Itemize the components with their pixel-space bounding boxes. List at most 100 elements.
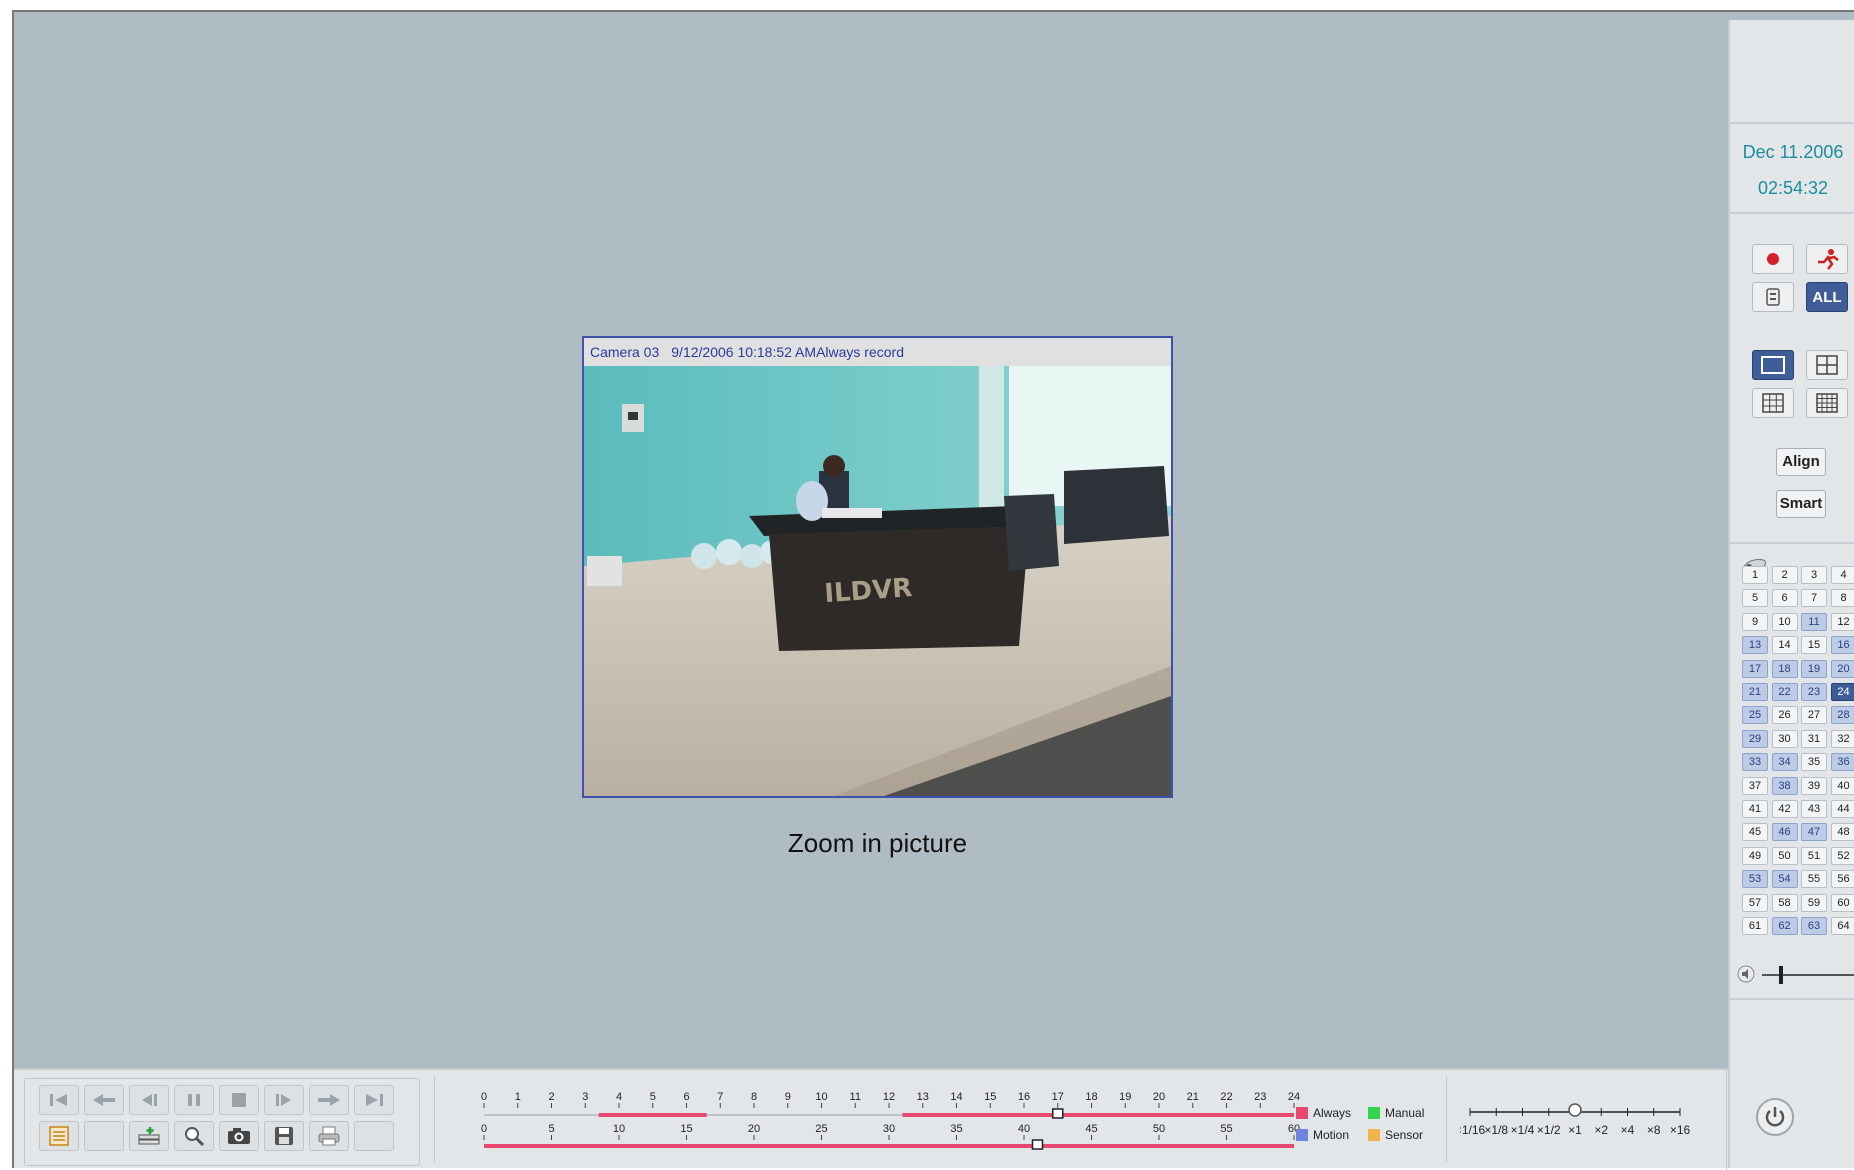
blank-button[interactable] xyxy=(354,1121,394,1151)
camera-45-button[interactable]: 45 xyxy=(1742,823,1768,841)
camera-46-button[interactable]: 46 xyxy=(1772,823,1798,841)
all-cameras-button[interactable]: ALL xyxy=(1806,282,1848,312)
camera-48-button[interactable]: 48 xyxy=(1831,823,1854,841)
record-button[interactable] xyxy=(1752,244,1794,274)
camera-24-button[interactable]: 24 xyxy=(1831,683,1854,701)
minute-cursor[interactable] xyxy=(1033,1140,1043,1149)
camera-8-button[interactable]: 8 xyxy=(1831,589,1854,607)
camera-33-button[interactable]: 33 xyxy=(1742,753,1768,771)
stop-button[interactable] xyxy=(219,1085,259,1115)
skip-start-button[interactable] xyxy=(39,1085,79,1115)
device-button[interactable] xyxy=(1752,282,1794,312)
power-button[interactable] xyxy=(1756,1098,1794,1136)
volume-slider-thumb[interactable] xyxy=(1779,966,1783,984)
camera-1-button[interactable]: 1 xyxy=(1742,566,1768,584)
layout-3x3-button[interactable] xyxy=(1752,388,1794,418)
camera-27-button[interactable]: 27 xyxy=(1801,706,1827,724)
camera-23-button[interactable]: 23 xyxy=(1801,683,1827,701)
camera-55-button[interactable]: 55 xyxy=(1801,870,1827,888)
camera-34-button[interactable]: 34 xyxy=(1772,753,1798,771)
camera-28-button[interactable]: 28 xyxy=(1831,706,1854,724)
search-button[interactable] xyxy=(174,1121,214,1151)
camera-10-button[interactable]: 10 xyxy=(1772,613,1798,631)
camera-18-button[interactable]: 18 xyxy=(1772,660,1798,678)
camera-21-button[interactable]: 21 xyxy=(1742,683,1768,701)
camera-44-button[interactable]: 44 xyxy=(1831,800,1854,818)
camera-2-button[interactable]: 2 xyxy=(1772,566,1798,584)
camera-64-button[interactable]: 64 xyxy=(1831,917,1854,935)
layout-2x2-button[interactable] xyxy=(1806,350,1848,380)
camera-6-button[interactable]: 6 xyxy=(1772,589,1798,607)
pause-button[interactable] xyxy=(174,1085,214,1115)
timeline[interactable]: 0123456789101112131415161718192021222324… xyxy=(464,1070,1314,1170)
snapshot-button[interactable] xyxy=(219,1121,259,1151)
camera-38-button[interactable]: 38 xyxy=(1772,777,1798,795)
camera-47-button[interactable]: 47 xyxy=(1801,823,1827,841)
speed-thumb[interactable] xyxy=(1569,1104,1581,1116)
camera-60-button[interactable]: 60 xyxy=(1831,894,1854,912)
camera-30-button[interactable]: 30 xyxy=(1772,730,1798,748)
camera-22-button[interactable]: 22 xyxy=(1772,683,1798,701)
layout-4x4-button[interactable] xyxy=(1806,388,1848,418)
camera-57-button[interactable]: 57 xyxy=(1742,894,1768,912)
skip-end-button[interactable] xyxy=(354,1085,394,1115)
camera-17-button[interactable]: 17 xyxy=(1742,660,1768,678)
camera-61-button[interactable]: 61 xyxy=(1742,917,1768,935)
camera-4-button[interactable]: 4 xyxy=(1831,566,1854,584)
camera-25-button[interactable]: 25 xyxy=(1742,706,1768,724)
layout-1x1-button[interactable] xyxy=(1752,350,1794,380)
camera-31-button[interactable]: 31 xyxy=(1801,730,1827,748)
camera-58-button[interactable]: 58 xyxy=(1772,894,1798,912)
add-to-list-button[interactable] xyxy=(129,1121,169,1151)
camera-36-button[interactable]: 36 xyxy=(1831,753,1854,771)
camera-5-button[interactable]: 5 xyxy=(1742,589,1768,607)
print-button[interactable] xyxy=(309,1121,349,1151)
alarm-button[interactable] xyxy=(1806,244,1848,274)
hour-cursor[interactable] xyxy=(1053,1109,1063,1118)
camera-11-button[interactable]: 11 xyxy=(1801,613,1827,631)
camera-43-button[interactable]: 43 xyxy=(1801,800,1827,818)
camera-41-button[interactable]: 41 xyxy=(1742,800,1768,818)
camera-37-button[interactable]: 37 xyxy=(1742,777,1768,795)
playback-speed-slider[interactable]: ×1/16×1/8×1/4×1/2×1×2×4×8×16 xyxy=(1460,1092,1710,1162)
smart-button[interactable]: Smart xyxy=(1776,490,1826,518)
previous-button[interactable] xyxy=(84,1085,124,1115)
camera-12-button[interactable]: 12 xyxy=(1831,613,1854,631)
camera-7-button[interactable]: 7 xyxy=(1801,589,1827,607)
camera-20-button[interactable]: 20 xyxy=(1831,660,1854,678)
camera-40-button[interactable]: 40 xyxy=(1831,777,1854,795)
camera-51-button[interactable]: 51 xyxy=(1801,847,1827,865)
play-button[interactable] xyxy=(264,1085,304,1115)
camera-19-button[interactable]: 19 xyxy=(1801,660,1827,678)
camera-56-button[interactable]: 56 xyxy=(1831,870,1854,888)
next-button[interactable] xyxy=(309,1085,349,1115)
camera-16-button[interactable]: 16 xyxy=(1831,636,1854,654)
camera-52-button[interactable]: 52 xyxy=(1831,847,1854,865)
step-back-button[interactable] xyxy=(129,1085,169,1115)
blank-button[interactable] xyxy=(84,1121,124,1151)
camera-13-button[interactable]: 13 xyxy=(1742,636,1768,654)
camera-35-button[interactable]: 35 xyxy=(1801,753,1827,771)
save-button[interactable] xyxy=(264,1121,304,1151)
camera-42-button[interactable]: 42 xyxy=(1772,800,1798,818)
camera-26-button[interactable]: 26 xyxy=(1772,706,1798,724)
video-window[interactable]: Camera 039/12/2006 10:18:52 AMAlways rec… xyxy=(582,336,1173,798)
camera-54-button[interactable]: 54 xyxy=(1772,870,1798,888)
camera-49-button[interactable]: 49 xyxy=(1742,847,1768,865)
camera-50-button[interactable]: 50 xyxy=(1772,847,1798,865)
camera-63-button[interactable]: 63 xyxy=(1801,917,1827,935)
video-frame[interactable]: ILDVR xyxy=(584,366,1171,796)
camera-9-button[interactable]: 9 xyxy=(1742,613,1768,631)
camera-15-button[interactable]: 15 xyxy=(1801,636,1827,654)
camera-53-button[interactable]: 53 xyxy=(1742,870,1768,888)
camera-59-button[interactable]: 59 xyxy=(1801,894,1827,912)
file-list-button[interactable] xyxy=(39,1121,79,1151)
camera-62-button[interactable]: 62 xyxy=(1772,917,1798,935)
camera-29-button[interactable]: 29 xyxy=(1742,730,1768,748)
camera-32-button[interactable]: 32 xyxy=(1831,730,1854,748)
align-button[interactable]: Align xyxy=(1776,448,1826,476)
camera-3-button[interactable]: 3 xyxy=(1801,566,1827,584)
volume-slider-track[interactable] xyxy=(1762,974,1854,976)
camera-14-button[interactable]: 14 xyxy=(1772,636,1798,654)
camera-39-button[interactable]: 39 xyxy=(1801,777,1827,795)
